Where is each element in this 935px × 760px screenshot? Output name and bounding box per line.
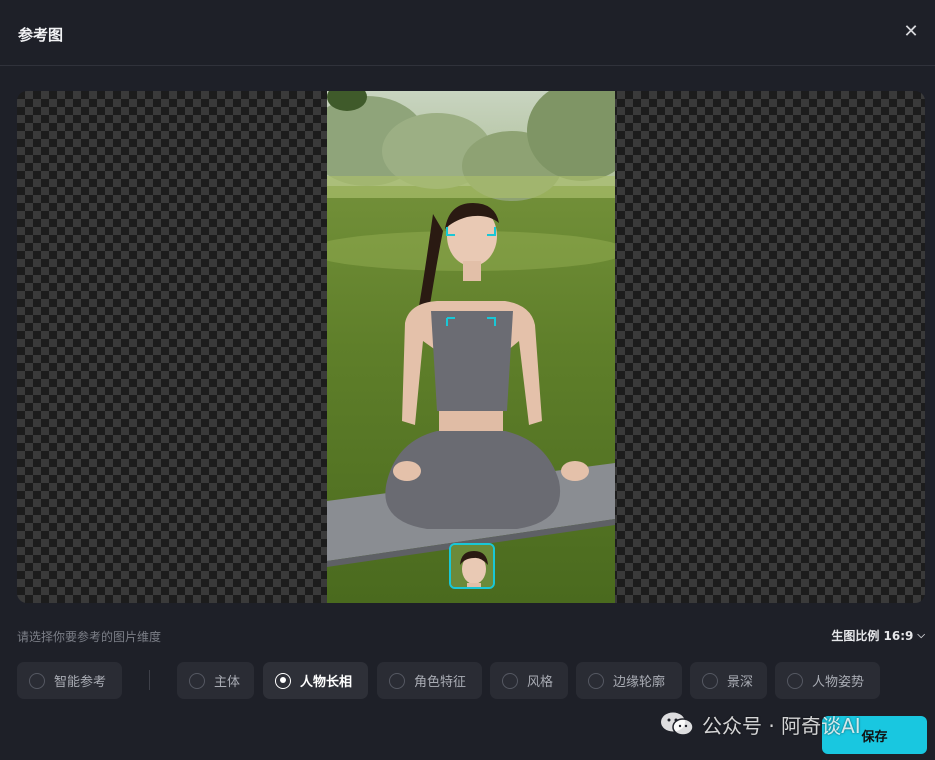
chevron-down-icon: ⌵: [917, 630, 925, 641]
face-thumbnail-illustration: [451, 545, 493, 587]
option-character-features[interactable]: 角色特征: [377, 662, 482, 699]
option-label: 智能参考: [54, 675, 107, 690]
dialog-header: 参考图 ✕: [0, 0, 935, 66]
radio-icon: [189, 672, 205, 689]
radio-icon: [702, 672, 718, 689]
reference-photo: [327, 91, 615, 603]
radio-icon: [588, 672, 604, 689]
wechat-icon: [661, 712, 694, 736]
option-label: 人物长相: [300, 675, 353, 690]
image-preview: [17, 91, 925, 603]
option-label: 人物姿势: [812, 675, 865, 690]
option-edge-contour[interactable]: 边缘轮廓: [576, 662, 682, 699]
option-depth-of-field[interactable]: 景深: [690, 662, 767, 699]
option-label: 主体: [214, 675, 241, 690]
option-smart-reference[interactable]: 智能参考: [17, 662, 122, 699]
option-label: 角色特征: [414, 675, 467, 690]
option-divider: [149, 670, 150, 690]
aspect-ratio-label: 生图比例 16:9: [831, 629, 914, 643]
option-label: 景深: [727, 675, 754, 690]
save-button[interactable]: 保存: [822, 716, 927, 754]
dimension-hint: 请选择你要参考的图片维度: [17, 630, 162, 644]
dialog-title: 参考图: [18, 26, 64, 44]
option-label: 边缘轮廓: [613, 675, 666, 690]
option-pose[interactable]: 人物姿势: [775, 662, 880, 699]
option-label: 风格: [527, 675, 554, 690]
radio-icon: [29, 672, 45, 689]
option-subject[interactable]: 主体: [177, 662, 254, 699]
radio-icon: [787, 672, 803, 689]
reference-photo-illustration: [327, 91, 615, 603]
radio-icon: [389, 672, 405, 689]
close-icon[interactable]: ✕: [901, 22, 921, 42]
radio-selected-icon: [275, 672, 291, 689]
option-style[interactable]: 风格: [490, 662, 568, 699]
option-face[interactable]: 人物长相: [263, 662, 368, 699]
aspect-ratio-dropdown[interactable]: 生图比例 16:9 ⌵: [831, 627, 925, 644]
face-thumbnail[interactable]: [449, 543, 495, 589]
radio-icon: [502, 672, 518, 689]
